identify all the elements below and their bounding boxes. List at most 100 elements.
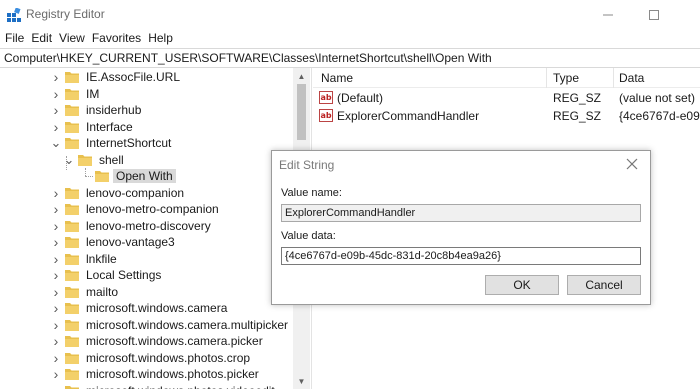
folder-icon	[65, 72, 79, 83]
chevron-right-icon[interactable]: ›	[50, 284, 62, 300]
value-name-field: ExplorerCommandHandler	[281, 204, 641, 222]
chevron-right-icon[interactable]: ›	[50, 267, 62, 283]
tree-item-label: Open With	[113, 169, 176, 183]
folder-icon	[65, 253, 79, 265]
ok-button[interactable]: OK	[485, 275, 559, 295]
column-type[interactable]: Type	[553, 71, 579, 85]
column-name[interactable]: Name	[321, 71, 353, 85]
chevron-right-icon[interactable]: ›	[50, 317, 62, 333]
chevron-right-icon[interactable]: ›	[50, 102, 62, 118]
tree-item[interactable]: › insiderhub	[50, 102, 144, 118]
chevron-down-icon[interactable]: ⌄	[63, 152, 75, 168]
chevron-right-icon[interactable]: ›	[50, 366, 62, 382]
folder-icon	[95, 171, 109, 182]
chevron-right-icon[interactable]: ›	[50, 69, 62, 85]
chevron-right-icon[interactable]: ›	[50, 185, 62, 201]
folder-icon	[65, 105, 79, 116]
minimize-button[interactable]	[585, 0, 631, 30]
window-title: Registry Editor	[26, 7, 105, 21]
tree-item[interactable]: › mailto	[50, 284, 121, 300]
tree-item-label: Local Settings	[86, 268, 162, 282]
folder-icon	[65, 286, 79, 298]
tree-item[interactable]: › IM	[50, 86, 102, 102]
tree-item[interactable]: › lenovo-metro-companion	[50, 201, 222, 217]
scroll-down-icon[interactable]: ▼	[293, 373, 310, 389]
tree-item-label: lenovo-metro-companion	[86, 202, 219, 216]
menu-help[interactable]: Help	[148, 31, 173, 45]
tree-item[interactable]: › microsoft.windows.photos.videoedit	[50, 383, 278, 389]
menu-view[interactable]: View	[59, 31, 85, 45]
tree-item-label: insiderhub	[86, 103, 142, 117]
tree-item[interactable]: › lenovo-companion	[50, 185, 187, 201]
registry-editor-icon	[7, 8, 21, 22]
tree-item[interactable]: Open With	[80, 168, 176, 184]
tree-item[interactable]: › lnkfile	[50, 251, 120, 267]
value-data-input[interactable]: {4ce6767d-e09b-45dc-831d-20c8b4ea9a26}	[281, 247, 641, 265]
folder-icon	[65, 319, 79, 331]
value-name: (Default)	[337, 91, 384, 105]
cancel-button[interactable]: Cancel	[567, 275, 641, 295]
tree-item-label: lenovo-vantage3	[86, 235, 175, 249]
value-type: REG_SZ	[553, 109, 602, 123]
folder-icon	[65, 138, 79, 149]
tree-item[interactable]: ⌄ InternetShortcut	[50, 135, 174, 151]
tree-item-label: IM	[86, 86, 100, 101]
folder-icon	[65, 369, 79, 380]
tree-item[interactable]: › microsoft.windows.camera.picker	[50, 333, 266, 349]
tree-item[interactable]: › microsoft.windows.photos.crop	[50, 350, 253, 366]
folder-icon	[65, 385, 79, 389]
maximize-icon	[649, 10, 659, 20]
chevron-right-icon[interactable]: ›	[50, 333, 62, 349]
tree-item[interactable]: › lenovo-metro-discovery	[50, 218, 214, 234]
tree-item-label: microsoft.windows.photos.picker	[86, 367, 259, 381]
folder-icon	[65, 237, 79, 248]
tree-item[interactable]: › Interface	[50, 119, 136, 135]
maximize-button[interactable]	[631, 0, 677, 30]
column-data[interactable]: Data	[619, 71, 644, 85]
menu-edit[interactable]: Edit	[31, 31, 52, 45]
scroll-up-icon[interactable]: ▲	[293, 68, 310, 84]
column-divider[interactable]	[546, 68, 547, 88]
edit-string-dialog: Edit String Value name: ExplorerCommandH…	[271, 150, 651, 305]
chevron-right-icon[interactable]: ›	[50, 86, 62, 102]
tree-item-label: microsoft.windows.photos.crop	[86, 350, 251, 365]
column-divider[interactable]	[613, 68, 614, 88]
dialog-title: Edit String	[279, 158, 335, 172]
tree-item-label: microsoft.windows.photos.videoedit	[83, 384, 278, 389]
menu-bar: File Edit View Favorites Help	[0, 29, 700, 47]
tree-item-label: mailto	[86, 284, 119, 299]
chevron-right-icon[interactable]: ›	[50, 300, 62, 316]
tree-item[interactable]: › lenovo-vantage3	[50, 234, 178, 250]
value-data: (value not set)	[619, 91, 696, 105]
minimize-icon	[603, 14, 613, 16]
tree-item[interactable]: ⌄ shell	[63, 152, 127, 168]
key-tree: › IE.AssocFile.URL › IM › insiderhub › Interfac…	[0, 68, 312, 389]
tree-item[interactable]: › Local Settings	[50, 267, 164, 283]
tree-item-label: lenovo-companion	[86, 185, 185, 200]
folder-icon	[65, 121, 79, 133]
tree-item[interactable]: › microsoft.windows.photos.picker	[50, 366, 262, 382]
scroll-thumb[interactable]	[297, 84, 306, 140]
chevron-right-icon[interactable]: ›	[50, 201, 62, 217]
menu-file[interactable]: File	[5, 31, 24, 45]
chevron-down-icon[interactable]: ⌄	[50, 135, 62, 151]
chevron-right-icon[interactable]: ›	[50, 119, 62, 135]
value-name-label: Value name:	[281, 187, 342, 199]
chevron-right-icon[interactable]: ›	[50, 251, 62, 267]
close-icon[interactable]	[624, 156, 640, 172]
value-data: {4ce6767d-e09b	[619, 109, 700, 123]
tree-item[interactable]: › microsoft.windows.camera	[50, 300, 230, 316]
chevron-right-icon[interactable]: ›	[50, 383, 62, 389]
folder-icon	[65, 270, 79, 281]
chevron-right-icon[interactable]: ›	[50, 234, 62, 250]
list-item[interactable]: ab ExplorerCommandHandler REG_SZ {4ce676…	[313, 107, 700, 125]
tree-item[interactable]: › IE.AssocFile.URL	[50, 69, 183, 85]
chevron-right-icon[interactable]: ›	[50, 350, 62, 366]
list-item[interactable]: ab (Default) REG_SZ (value not set)	[313, 89, 700, 107]
address-bar[interactable]: Computer\HKEY_CURRENT_USER\SOFTWARE\Clas…	[0, 48, 700, 68]
chevron-right-icon[interactable]: ›	[50, 218, 62, 234]
folder-icon	[65, 204, 79, 215]
tree-item-label: microsoft.windows.camera.multipicker	[86, 317, 289, 332]
tree-item[interactable]: › microsoft.windows.camera.multipicker	[50, 317, 291, 333]
menu-favorites[interactable]: Favorites	[92, 31, 141, 45]
